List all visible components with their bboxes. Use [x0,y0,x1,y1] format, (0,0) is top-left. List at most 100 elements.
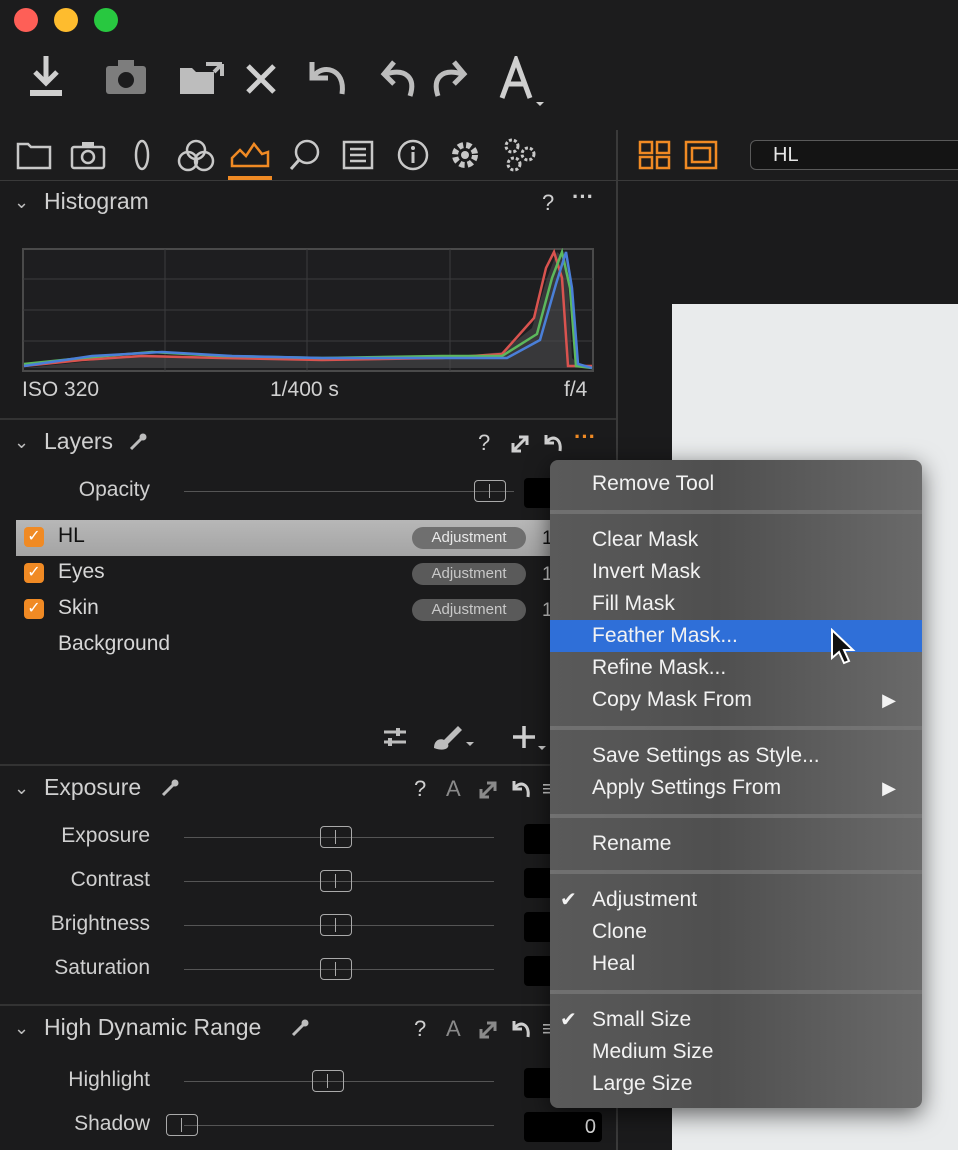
import-icon[interactable] [24,52,68,102]
menu-item-remove-tool[interactable]: Remove Tool [550,468,922,500]
tab-settings-gear-icon[interactable] [448,138,482,172]
section-divider [0,764,616,766]
menu-item-small-size[interactable]: ✔ Small Size [550,1004,922,1036]
help-icon[interactable]: ? [478,430,490,456]
tab-exposure-icon[interactable] [230,140,270,170]
layer-name: Skin [58,596,99,619]
layer-select-value: HL [773,144,799,166]
more-options-icon[interactable]: ··· [574,424,596,450]
collapse-chevron-icon[interactable]: ⌄ [14,432,29,453]
layer-row-skin[interactable]: ✓ Skin Adjustment 1 [16,592,553,628]
auto-adjust-button[interactable]: A [446,1016,461,1042]
zoom-window-button[interactable] [94,8,118,32]
layer-row-eyes[interactable]: ✓ Eyes Adjustment 1 [16,556,553,592]
text-icon[interactable] [498,56,548,108]
more-options-icon[interactable]: ··· [572,184,594,210]
opacity-track[interactable] [184,491,514,492]
checkmark-icon: ✔ [560,1009,577,1031]
picker-icon[interactable] [290,1018,310,1038]
grid-view-icon[interactable] [638,140,672,170]
tab-capture-camera-icon[interactable] [70,140,106,170]
reset-icon[interactable] [542,432,564,454]
histogram-iso: ISO 320 [22,378,100,401]
menu-item-heal[interactable]: Heal [550,948,922,980]
menu-item-adjustment[interactable]: ✔ Adjustment [550,884,922,916]
reset-icon[interactable] [510,1018,532,1040]
delete-icon[interactable] [244,62,278,96]
menu-item-fill-mask[interactable]: Fill Mask [550,588,922,620]
menu-item-large-size[interactable]: Large Size [550,1068,922,1100]
brightness-knob[interactable] [320,914,352,936]
highlight-knob[interactable] [312,1070,344,1092]
tab-metadata-list-icon[interactable] [342,140,374,170]
add-layer-icon[interactable] [512,724,546,752]
exposure-knob[interactable] [320,826,352,848]
tab-color-icon[interactable] [176,138,216,172]
folder-icon[interactable] [178,62,224,96]
menu-item-medium-size[interactable]: Medium Size [550,1036,922,1068]
layer-name: HL [58,524,85,547]
auto-adjust-button[interactable]: A [446,776,461,802]
camera-icon[interactable] [104,58,148,96]
brush-dropdown-icon[interactable] [430,722,478,752]
highlight-label: Highlight [68,1068,150,1091]
menu-item-refine-mask[interactable]: Refine Mask... [550,652,922,684]
reset-icon[interactable] [510,778,532,800]
tab-info-icon[interactable] [396,138,430,172]
minimize-window-button[interactable] [54,8,78,32]
expand-icon[interactable] [478,1020,498,1040]
layer-select-field[interactable]: HL [750,140,958,170]
menu-item-save-settings-as-style[interactable]: Save Settings as Style... [550,740,922,772]
shadow-knob[interactable] [166,1114,198,1136]
collapse-chevron-icon[interactable]: ⌄ [14,1018,29,1039]
exposure-header[interactable]: ⌄ Exposure ? A ≡ [0,768,616,808]
help-icon[interactable]: ? [414,776,426,802]
contrast-knob[interactable] [320,870,352,892]
layers-header[interactable]: ⌄ Layers ? ··· [0,422,616,462]
layer-row-hl[interactable]: ✓ HL Adjustment 1 [16,520,553,556]
collapse-chevron-icon[interactable]: ⌄ [14,192,29,213]
menu-item-clone[interactable]: Clone [550,916,922,948]
menu-item-copy-mask-from[interactable]: Copy Mask From ▶ [550,684,922,716]
saturation-knob[interactable] [320,958,352,980]
layer-type-badge: Adjustment [412,563,526,585]
viewer-toolbar: HL [618,130,958,181]
submenu-arrow-icon: ▶ [882,690,896,710]
histogram-header[interactable]: ⌄ Histogram ? ··· [0,182,616,222]
menu-item-invert-mask[interactable]: Invert Mask [550,556,922,588]
undo-icon[interactable] [380,58,420,100]
opacity-knob[interactable] [474,480,506,502]
help-icon[interactable]: ? [414,1016,426,1042]
layer-enabled-checkbox[interactable]: ✓ [24,563,44,583]
menu-item-rename[interactable]: Rename [550,828,922,860]
layer-type-badge: Adjustment [412,527,526,549]
menu-item-feather-mask[interactable]: Feather Mask... [550,620,922,652]
tab-library-folder-icon[interactable] [16,140,52,170]
layer-row-background[interactable]: Background [16,628,550,664]
layer-adjust-icon[interactable] [382,724,408,750]
picker-icon[interactable] [160,778,180,798]
hdr-header[interactable]: ⌄ High Dynamic Range ? A ≡ [0,1008,616,1048]
redo-icon[interactable] [428,58,468,100]
collapse-chevron-icon[interactable]: ⌄ [14,778,29,799]
tab-batch-gears-icon[interactable] [502,136,538,174]
section-divider [0,418,616,420]
histogram-title: Histogram [44,188,149,214]
menu-item-apply-settings-from[interactable]: Apply Settings From ▶ [550,772,922,804]
histogram-aperture: f/4 [564,378,588,401]
layer-enabled-checkbox[interactable]: ✓ [24,599,44,619]
menu-item-clear-mask[interactable]: Clear Mask [550,524,922,556]
layer-context-menu: Remove Tool Clear Mask Invert Mask Fill … [550,460,922,1108]
single-view-icon[interactable] [684,140,718,170]
revert-icon[interactable] [306,58,350,100]
tab-details-magnifier-icon[interactable] [288,138,322,172]
close-window-button[interactable] [14,8,38,32]
layer-enabled-checkbox[interactable]: ✓ [24,527,44,547]
picker-icon[interactable] [128,432,148,452]
shadow-value[interactable]: 0 [524,1112,602,1142]
help-icon[interactable]: ? [542,190,554,216]
expand-icon[interactable] [478,780,498,800]
shadow-track[interactable] [184,1125,494,1126]
expand-icon[interactable] [510,434,530,454]
tab-lens-icon[interactable] [130,138,154,172]
